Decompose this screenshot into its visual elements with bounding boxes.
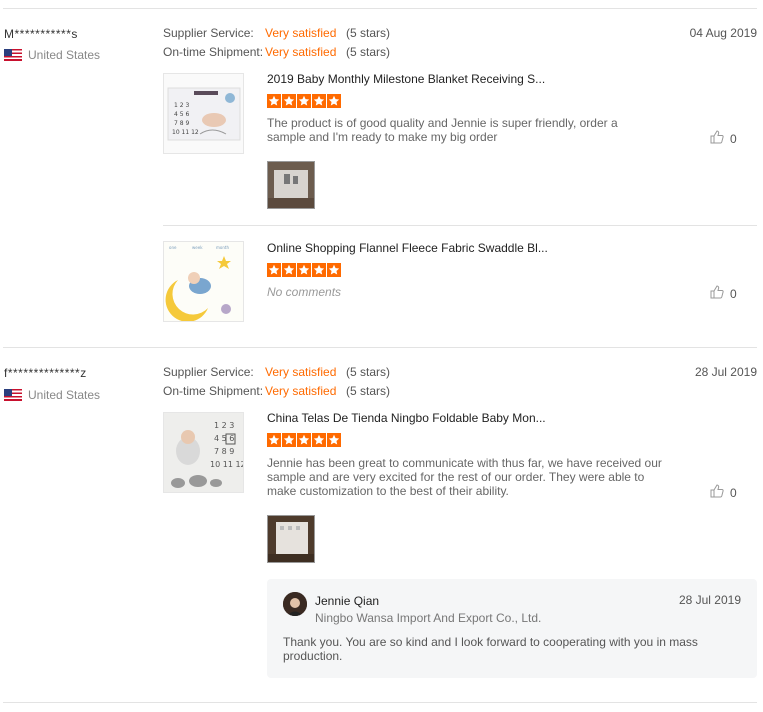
review-divider [3, 8, 757, 9]
svg-text:10 11 12: 10 11 12 [172, 129, 199, 136]
product-title[interactable]: 2019 Baby Monthly Milestone Blanket Rece… [267, 72, 545, 86]
svg-text:week: week [192, 245, 203, 250]
star-icon [327, 433, 341, 447]
star-icon [327, 94, 341, 108]
like-count: 0 [730, 131, 737, 146]
star-icon [312, 94, 326, 108]
review-photo[interactable] [267, 161, 315, 209]
supplier-service-stars: (5 stars) [346, 365, 391, 379]
supplier-service-value: Very satisfied [265, 365, 337, 379]
product-divider [163, 225, 757, 226]
reply-text: Thank you. You are so kind and I look fo… [283, 635, 698, 663]
review-comment: No comments [267, 285, 342, 299]
star-icon [282, 433, 296, 447]
review-date: 28 Jul 2019 [694, 365, 757, 379]
svg-text:10 11 12: 10 11 12 [210, 460, 243, 469]
star-icon [282, 263, 296, 277]
product-thumbnail[interactable]: 1 2 3 4 5 6 7 8 9 10 11 12 [163, 73, 244, 154]
reviewer-name: f**************z [4, 366, 87, 380]
review-date: 04 Aug 2019 [689, 26, 757, 40]
product-rating [267, 433, 341, 447]
svg-text:one: one [169, 245, 177, 250]
thumbs-up-icon [710, 285, 724, 302]
supplier-service-label: Supplier Service: [163, 26, 254, 40]
thumbs-up-icon [710, 130, 724, 147]
reviewer-name: M***********s [4, 27, 78, 41]
shipment-label: On-time Shipment: [163, 45, 264, 59]
thumbs-up-icon [710, 484, 724, 501]
svg-text:1 2 3: 1 2 3 [214, 421, 234, 430]
reviewer-country: United States [28, 388, 101, 402]
svg-text:7 8 9: 7 8 9 [174, 120, 189, 127]
star-icon [312, 433, 326, 447]
reply-company: Ningbo Wansa Import And Export Co., Ltd. [315, 611, 542, 625]
like-count: 0 [730, 286, 737, 301]
review-divider [3, 347, 757, 348]
us-flag-icon [4, 49, 22, 61]
star-icon [267, 94, 281, 108]
svg-text:month: month [216, 245, 229, 250]
product-rating [267, 94, 341, 108]
reviewer-country: United States [28, 48, 101, 62]
like-button[interactable]: 0 [710, 285, 737, 302]
shipment-value: Very satisfied [265, 384, 337, 398]
supplier-service-label: Supplier Service: [163, 365, 254, 379]
product-title[interactable]: China Telas De Tienda Ningbo Foldable Ba… [267, 411, 546, 425]
product-thumbnail[interactable]: one week month [163, 241, 244, 322]
star-icon [312, 263, 326, 277]
shipment-value: Very satisfied [265, 45, 337, 59]
product-rating [267, 263, 341, 277]
like-count: 0 [730, 485, 737, 500]
review-comment: The product is of good quality and Jenni… [267, 116, 618, 144]
product-title[interactable]: Online Shopping Flannel Fleece Fabric Sw… [267, 241, 548, 255]
review-divider [3, 702, 757, 703]
like-button[interactable]: 0 [710, 484, 737, 501]
star-icon [297, 94, 311, 108]
svg-text:4 5 6: 4 5 6 [214, 434, 234, 443]
supplier-service-value: Very satisfied [265, 26, 337, 40]
svg-text:7 8 9: 7 8 9 [214, 447, 234, 456]
reply-date: 28 Jul 2019 [678, 593, 741, 607]
reply-author-name: Jennie Qian [315, 594, 380, 608]
shipment-stars: (5 stars) [346, 45, 391, 59]
product-thumbnail[interactable]: 1 2 3 4 5 6 7 8 9 10 11 12 [163, 412, 244, 493]
review-photo[interactable] [267, 515, 315, 563]
star-icon [327, 263, 341, 277]
supplier-reply: Jennie Qian Ningbo Wansa Import And Expo… [267, 579, 757, 678]
review-comment: Jennie has been great to communicate wit… [267, 456, 662, 498]
supplier-service-stars: (5 stars) [346, 26, 391, 40]
svg-text:4 5 6: 4 5 6 [174, 111, 189, 118]
star-icon [267, 433, 281, 447]
star-icon [297, 263, 311, 277]
shipment-label: On-time Shipment: [163, 384, 264, 398]
star-icon [282, 94, 296, 108]
shipment-stars: (5 stars) [346, 384, 391, 398]
us-flag-icon [4, 389, 22, 401]
svg-text:1 2 3: 1 2 3 [174, 102, 189, 109]
avatar [283, 592, 307, 616]
like-button[interactable]: 0 [710, 130, 737, 147]
star-icon [267, 263, 281, 277]
star-icon [297, 433, 311, 447]
